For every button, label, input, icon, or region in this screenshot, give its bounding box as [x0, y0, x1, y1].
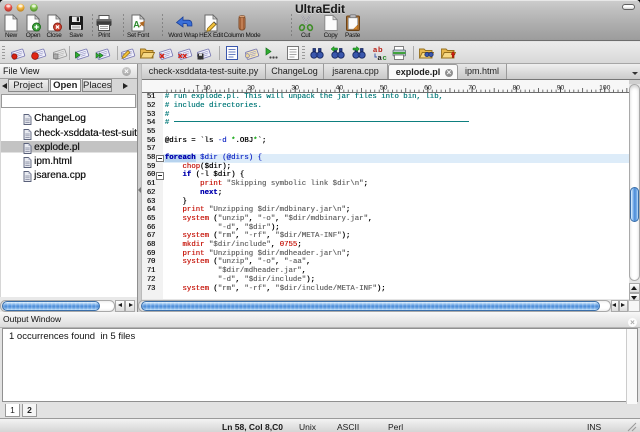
svg-text:80: 80 — [513, 84, 521, 91]
svg-text:c: c — [383, 53, 387, 61]
svg-text:60: 60 — [424, 84, 432, 91]
svg-text:50: 50 — [380, 84, 388, 91]
svg-text:30: 30 — [291, 84, 299, 91]
svg-text:10: 10 — [203, 84, 211, 91]
svg-text:70: 70 — [468, 84, 476, 91]
svg-text:T: T — [196, 84, 200, 91]
svg-text:20: 20 — [247, 84, 255, 91]
svg-text:90: 90 — [557, 84, 565, 91]
svg-text:40: 40 — [336, 84, 344, 91]
svg-text:A: A — [133, 20, 140, 30]
